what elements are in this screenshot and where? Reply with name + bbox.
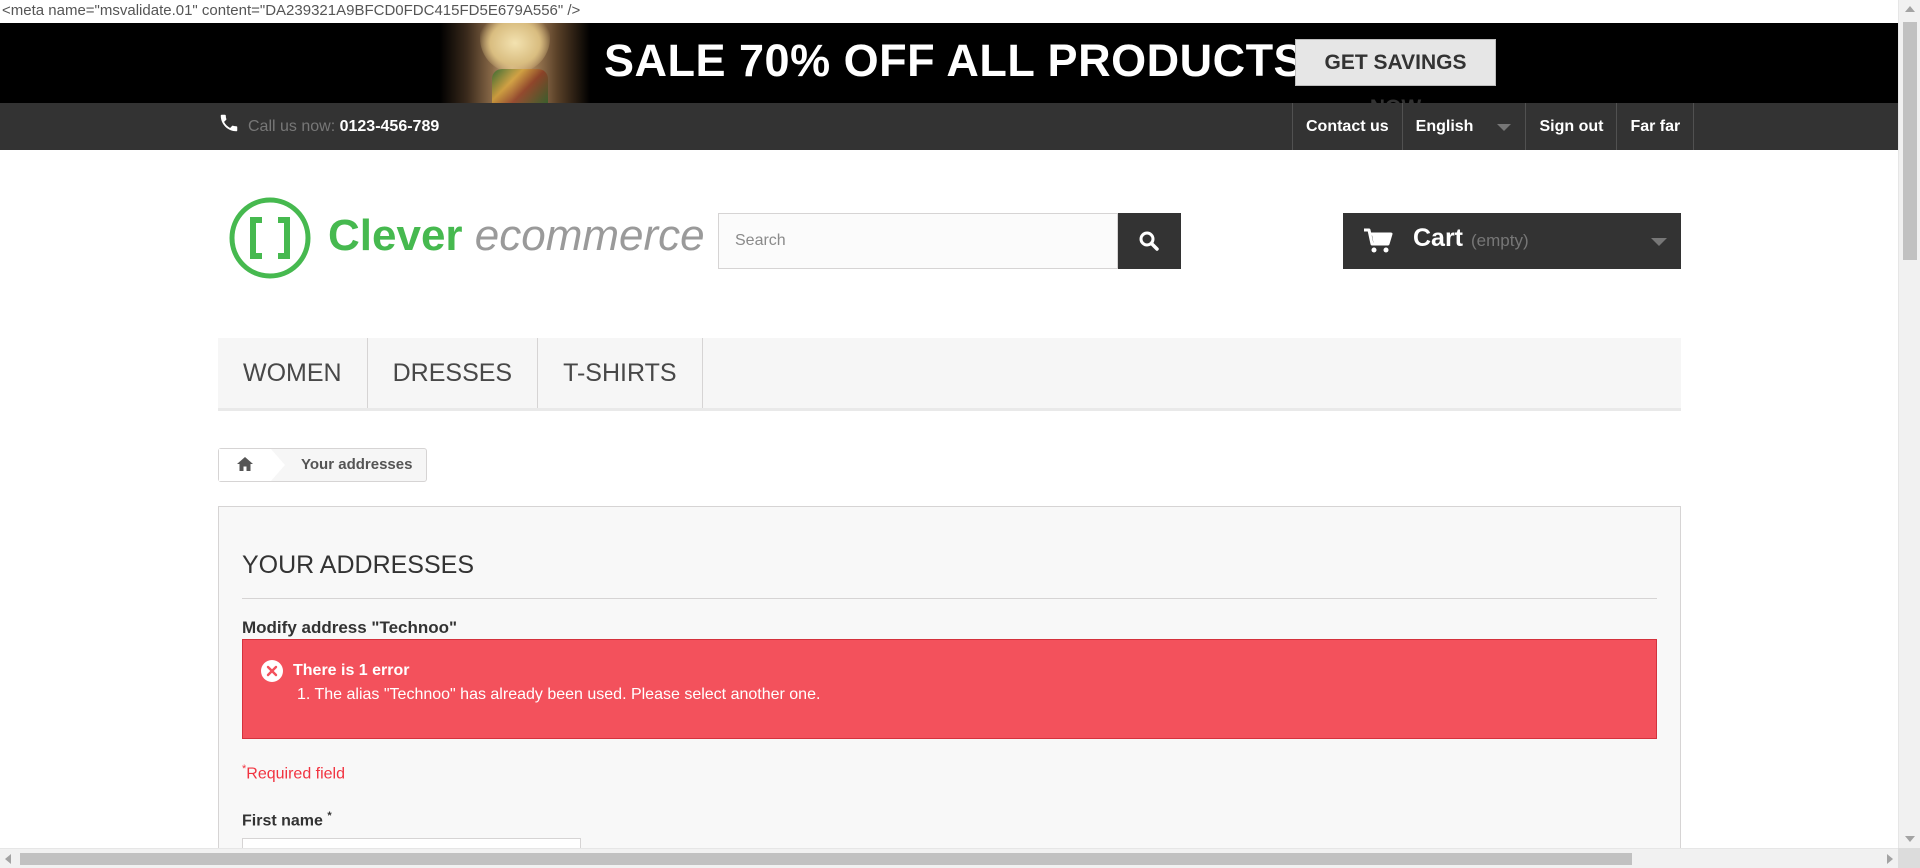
banner-model-hair bbox=[480, 23, 550, 73]
breadcrumb-current: Your addresses bbox=[301, 456, 413, 473]
search-block bbox=[718, 213, 1181, 269]
contact-us-link[interactable]: Contact us bbox=[1292, 103, 1402, 150]
banner-model-image bbox=[440, 23, 590, 103]
scrollbar-corner bbox=[1898, 848, 1920, 868]
browser-viewport: <meta name="msvalidate.01" content="DA23… bbox=[0, 0, 1920, 868]
home-icon bbox=[237, 457, 253, 471]
title-divider bbox=[242, 598, 1657, 599]
store-logo[interactable]: Clever ecommerce bbox=[228, 196, 705, 280]
chevron-down-icon bbox=[1497, 124, 1512, 131]
main-menu: WOMEN DRESSES T-SHIRTS bbox=[218, 338, 1681, 411]
vertical-scrollbar[interactable] bbox=[1898, 0, 1920, 848]
call-us-info: Call us now: 0123-456-789 bbox=[218, 103, 439, 150]
close-circle-icon bbox=[261, 660, 283, 682]
vertical-scroll-thumb[interactable] bbox=[1903, 22, 1917, 260]
horizontal-scroll-thumb[interactable] bbox=[20, 853, 1632, 865]
top-nav-bar: Call us now: 0123-456-789 Contact us Eng… bbox=[0, 103, 1898, 150]
chevron-down-icon bbox=[1651, 238, 1667, 246]
banner-model-dress bbox=[492, 69, 548, 103]
logo-word-ecommerce: ecommerce bbox=[474, 211, 705, 260]
error-title: There is 1 error bbox=[293, 662, 410, 679]
top-nav-links: Contact us English Sign out Far far bbox=[1292, 103, 1695, 150]
phone-icon bbox=[220, 114, 238, 132]
page-meta-text: <meta name="msvalidate.01" content="DA23… bbox=[2, 2, 581, 19]
error-message: 1. The alias "Technoo" has already been … bbox=[297, 686, 821, 703]
modify-address-title: Modify address "Technoo" bbox=[242, 618, 458, 637]
required-field-note: *Required field bbox=[242, 763, 345, 783]
cart-button[interactable]: Cart (empty) bbox=[1343, 213, 1681, 269]
search-input[interactable] bbox=[718, 213, 1118, 269]
menu-item-women[interactable]: WOMEN bbox=[218, 338, 368, 408]
language-label: English bbox=[1415, 118, 1474, 135]
page-title: YOUR ADDRESSES bbox=[242, 551, 475, 579]
search-icon bbox=[1139, 231, 1159, 251]
cart-label: Cart bbox=[1413, 224, 1464, 252]
breadcrumb-home-link[interactable] bbox=[219, 449, 285, 481]
error-alert: There is 1 error 1. The alias "Technoo" … bbox=[242, 639, 1657, 739]
account-link[interactable]: Far far bbox=[1616, 103, 1695, 150]
banner-headline: SALE 70% OFF ALL PRODUCTS bbox=[604, 35, 1305, 86]
logo-bracket-icon bbox=[229, 197, 311, 279]
cart-icon bbox=[1364, 228, 1393, 253]
horizontal-scrollbar[interactable] bbox=[0, 848, 1898, 868]
first-name-required-mark: * bbox=[327, 810, 332, 822]
cart-status: (empty) bbox=[1471, 231, 1529, 250]
sign-out-link[interactable]: Sign out bbox=[1525, 103, 1616, 150]
address-form-box: YOUR ADDRESSES Modify address "Technoo" … bbox=[218, 506, 1681, 868]
search-button[interactable] bbox=[1118, 213, 1181, 269]
first-name-label-text: First name bbox=[242, 812, 323, 830]
first-name-label: First name * bbox=[242, 810, 332, 830]
language-selector[interactable]: English bbox=[1401, 103, 1526, 150]
logo-text: Clever ecommerce bbox=[328, 211, 705, 261]
scroll-left-icon[interactable] bbox=[5, 854, 11, 864]
scroll-down-icon[interactable] bbox=[1905, 836, 1915, 842]
scroll-up-icon[interactable] bbox=[1905, 6, 1915, 12]
required-note-text: Required field bbox=[246, 765, 346, 783]
scroll-right-icon[interactable] bbox=[1887, 854, 1893, 864]
menu-item-t-shirts[interactable]: T-SHIRTS bbox=[538, 338, 703, 408]
get-savings-button[interactable]: GET SAVINGS NOW bbox=[1295, 39, 1496, 103]
breadcrumb: Your addresses bbox=[218, 448, 428, 482]
menu-item-dresses[interactable]: DRESSES bbox=[368, 338, 539, 408]
promo-banner[interactable]: SALE 70% OFF ALL PRODUCTS GET SAVINGS NO… bbox=[0, 23, 1898, 103]
phone-number: 0123-456-789 bbox=[339, 118, 440, 135]
logo-word-clever: Clever bbox=[328, 211, 463, 260]
